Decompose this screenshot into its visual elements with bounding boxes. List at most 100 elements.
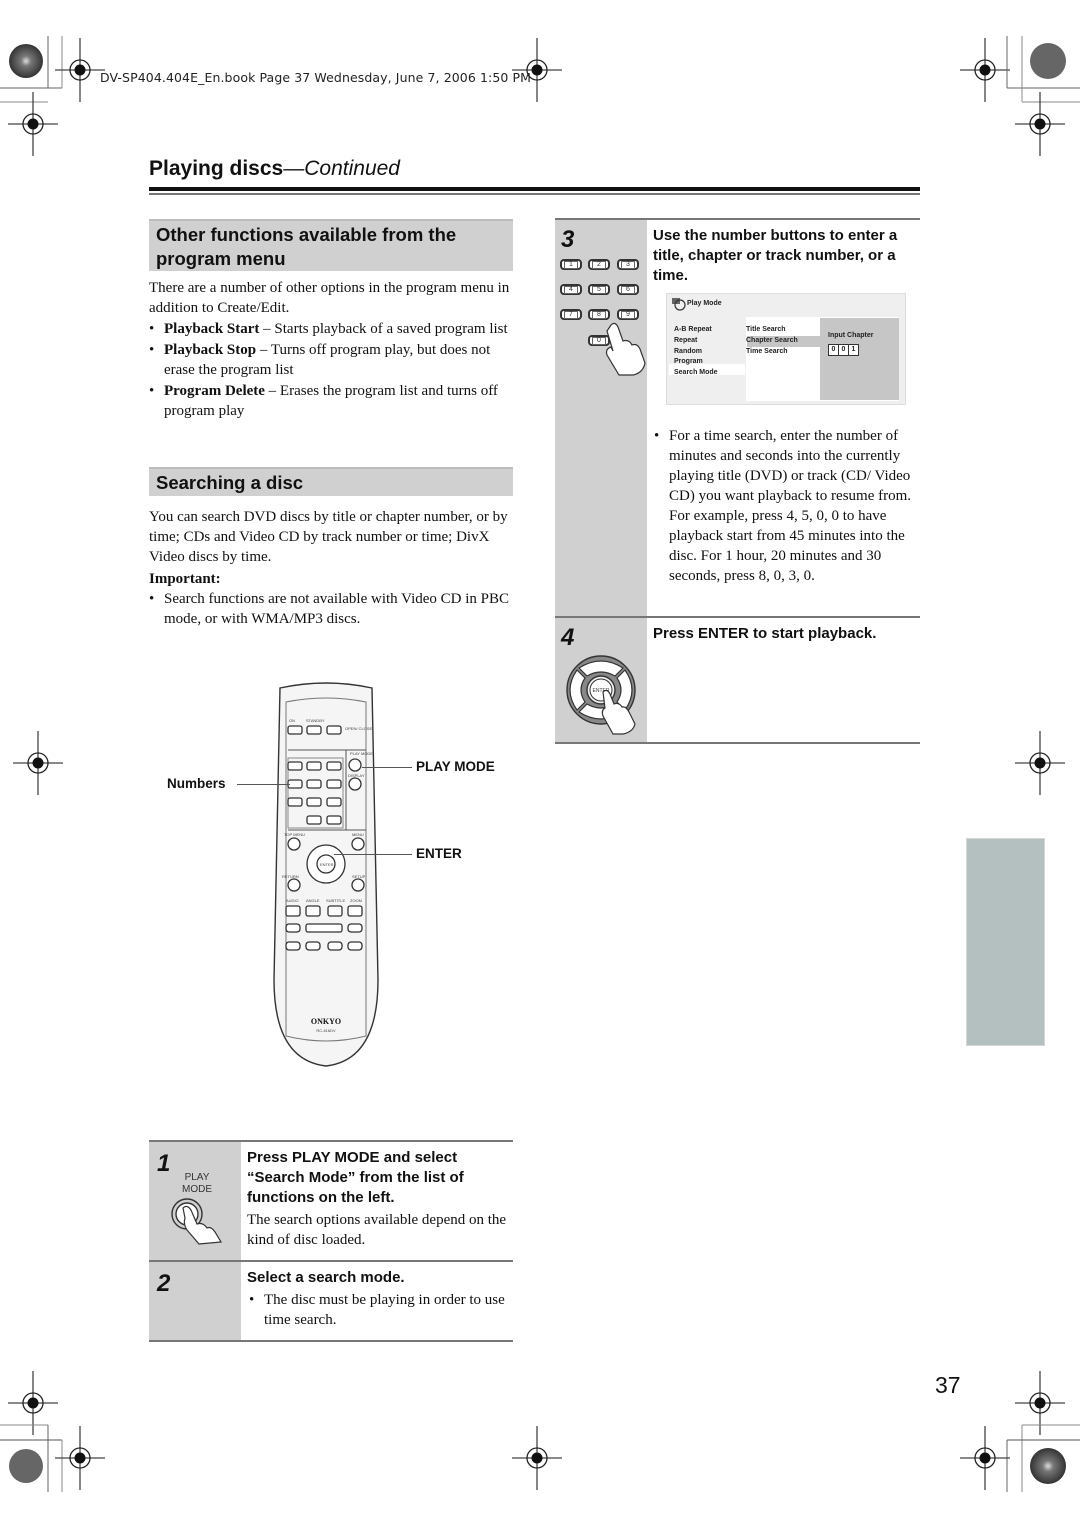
osd-menu-item[interactable]: Random <box>674 348 702 355</box>
key-label: 5 <box>592 286 606 294</box>
list-item: Playback Start – Starts playback of a sa… <box>149 319 515 339</box>
step-title: Select a search mode. <box>247 1269 405 1286</box>
osd-digit: 0 <box>828 344 839 356</box>
step-2: 2 Select a search mode. The disc must be… <box>149 1260 513 1342</box>
osd-input-digits[interactable]: 0 0 1 <box>828 344 859 356</box>
title-rule-thin <box>149 193 920 195</box>
step-number: 2 <box>157 1270 171 1297</box>
keypad-key-6: 6 <box>617 284 639 295</box>
term: Program Delete <box>164 383 265 399</box>
crosshair-icon <box>511 1425 563 1491</box>
osd-submenu-item[interactable]: Time Search <box>746 348 788 355</box>
key-label: 1 <box>564 261 578 269</box>
term: Playback Stop <box>164 342 257 358</box>
remote-label-audio: AUDIO <box>286 898 299 903</box>
step-4-content: Press ENTER to start playback. <box>653 624 917 644</box>
disc-icon <box>672 298 686 311</box>
step-body: The search options available depend on t… <box>247 1212 507 1248</box>
remote-label-setup: SETUP <box>352 874 366 879</box>
key-label: 2 <box>592 261 606 269</box>
crosshair-icon <box>959 37 1011 103</box>
keypad-key-4: 4 <box>560 284 582 295</box>
step-number: 3 <box>561 226 575 253</box>
print-header: DV-SP404.404E_En.book Page 37 Wednesday,… <box>100 70 532 85</box>
remote-label-display: DISPLAY <box>348 773 365 778</box>
key-label: 3 <box>621 261 635 269</box>
step-3: 3 1 2 3 4 5 6 7 8 9 0 Use the number but… <box>555 218 920 616</box>
osd-submenu-item-selected[interactable]: Chapter Search <box>746 337 798 344</box>
remote-label-zoom: ZOOM <box>350 898 362 903</box>
osd-title: Play Mode <box>687 300 722 307</box>
callout-enter: ENTER <box>416 846 462 861</box>
play-mode-osd-screen: Play Mode A-B Repeat Repeat Random Progr… <box>666 293 906 405</box>
starburst-icon <box>1030 1448 1066 1484</box>
remote-label-top-menu: TOP MENU <box>284 832 305 837</box>
key-label: 7 <box>564 311 578 319</box>
remote-label-subtitle: SUBTITLE <box>326 898 345 903</box>
keypad-key-3: 3 <box>617 259 639 270</box>
section-search-intro: You can search DVD discs by title or cha… <box>149 509 508 565</box>
osd-input-label: Input Chapter <box>828 332 874 339</box>
starburst-icon <box>9 1449 43 1483</box>
term: Playback Start <box>164 321 260 337</box>
step-number: 1 <box>157 1150 171 1177</box>
step-number: 4 <box>561 624 575 651</box>
list-item: Search functions are not available with … <box>149 589 515 629</box>
section-other-body: There are a number of other options in t… <box>149 278 515 421</box>
key-label: 8 <box>592 311 606 319</box>
osd-digit: 0 <box>839 344 849 356</box>
osd-input-panel <box>820 318 899 400</box>
keypad-key-2: 2 <box>588 259 610 270</box>
step-3-title-wrap: Use the number buttons to enter a title,… <box>653 226 917 286</box>
section-heading-searching: Searching a disc <box>149 467 513 496</box>
chapter-side-tab <box>966 838 1045 1046</box>
key-label: 4 <box>564 286 578 294</box>
list-item: The disc must be playing in order to use… <box>249 1290 509 1330</box>
osd-digit: 1 <box>849 344 859 356</box>
list-item: Program Delete – Erases the program list… <box>149 381 515 421</box>
list-item: Playback Stop – Turns off program play, … <box>149 340 515 380</box>
remote-label-play-mode: PLAY MODE <box>350 751 373 756</box>
keypad-key-8: 8 <box>588 309 610 320</box>
section-heading-other-functions: Other functions available from the progr… <box>149 219 513 271</box>
crosshair-icon <box>12 730 64 796</box>
leader-line <box>334 854 412 855</box>
starburst-icon <box>1030 43 1066 79</box>
enter-dpad-icon: ENTER <box>566 655 636 735</box>
callout-numbers: Numbers <box>167 776 226 791</box>
page-title: Playing discs—Continued <box>149 157 400 181</box>
title-rule <box>149 187 920 191</box>
important-label: Important: <box>149 571 221 587</box>
section-other-intro: There are a number of other options in t… <box>149 280 510 316</box>
osd-menu-item[interactable]: A-B Repeat <box>674 326 712 333</box>
remote-label-on: ON <box>289 718 295 723</box>
key-label: 9 <box>621 311 635 319</box>
leader-line <box>362 767 412 768</box>
keypad-key-9: 9 <box>617 309 639 320</box>
step-1: 1 PLAY MODE Press PLAY MODE and select “… <box>149 1140 513 1260</box>
page-title-main: Playing discs <box>149 157 284 180</box>
step-4: 4 ENTER Press ENTER to start playback. <box>555 616 920 744</box>
callout-play-mode: PLAY MODE <box>416 759 495 774</box>
step-2-content: Select a search mode. The disc must be p… <box>247 1268 509 1330</box>
osd-menu-item[interactable]: Program <box>674 358 703 365</box>
keypad-key-5: 5 <box>588 284 610 295</box>
osd-menu-item[interactable]: Repeat <box>674 337 697 344</box>
page-title-suffix: —Continued <box>283 157 400 180</box>
remote-label-return: RETURN <box>282 874 299 879</box>
remote-label-angle: ANGLE <box>306 898 320 903</box>
remote-control-illustration: ON STANDBY OPEN/ CLOSE PLAY MODE DISPLAY… <box>273 682 379 1067</box>
keypad-key-1: 1 <box>560 259 582 270</box>
remote-label-menu: MENU <box>352 832 364 837</box>
osd-submenu-item[interactable]: Title Search <box>746 326 786 333</box>
leader-line <box>237 784 290 785</box>
step-title: Use the number buttons to enter a title,… <box>653 227 898 284</box>
remote-model: RC-616DV <box>316 1028 336 1033</box>
starburst-icon <box>9 44 43 78</box>
step-3-icon-panel <box>555 220 647 616</box>
osd-menu-item-selected[interactable]: Search Mode <box>674 369 718 376</box>
key-label: 6 <box>621 286 635 294</box>
remote-label-open-close: OPEN/ CLOSE <box>345 726 372 731</box>
section-search-body: You can search DVD discs by title or cha… <box>149 507 515 629</box>
hand-press-button-icon <box>171 1198 223 1245</box>
